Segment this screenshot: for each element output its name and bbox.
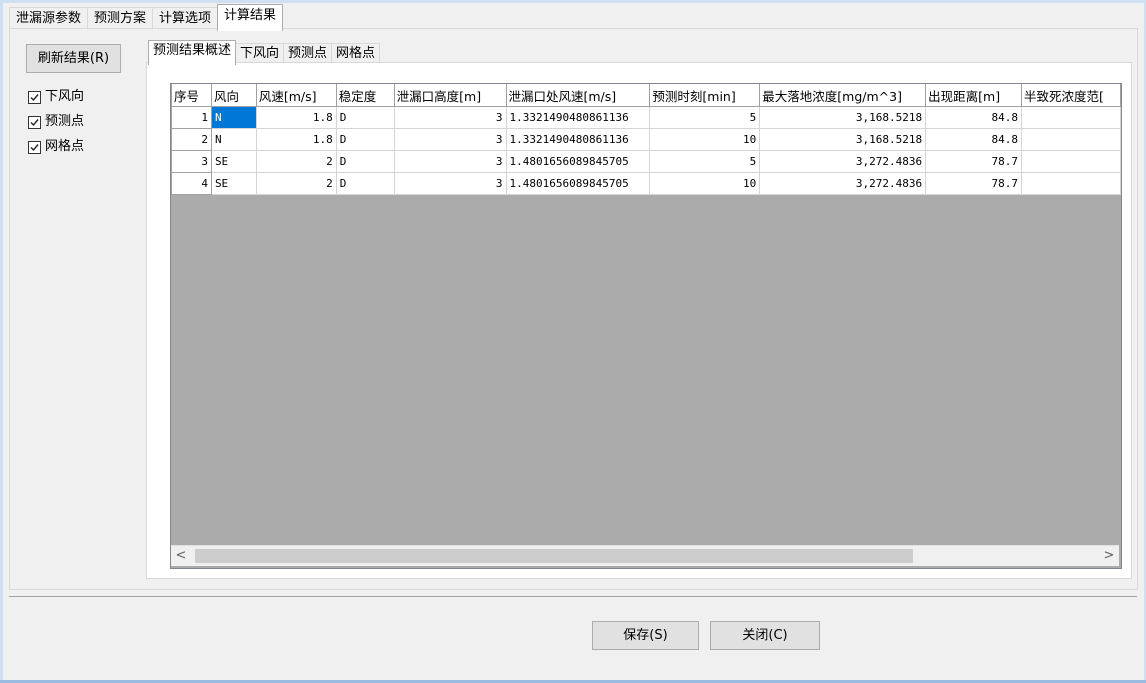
col-header-wind-speed[interactable]: 风速[m/s] bbox=[255, 84, 337, 107]
table-row[interactable]: 2 N 1.8 D 3 1.3321490480861136 10 3,168.… bbox=[171, 128, 1121, 151]
tab-results-overview[interactable]: 预测结果概述 bbox=[148, 40, 237, 65]
col-header-leak-height[interactable]: 泄漏口高度[m] bbox=[393, 84, 507, 107]
results-grid[interactable]: 序号 风向 风速[m/s] 稳定度 泄漏口高度[m] 泄漏口处风速[m/s] 预… bbox=[170, 83, 1122, 569]
cell-wind-direction[interactable]: N bbox=[210, 128, 257, 151]
cell-prediction-time[interactable]: 5 bbox=[649, 106, 761, 129]
checkbox-prediction-points[interactable]: 预测点 bbox=[28, 111, 84, 133]
cell-prediction-time[interactable]: 5 bbox=[649, 150, 761, 173]
results-table: 序号 风向 风速[m/s] 稳定度 泄漏口高度[m] 泄漏口处风速[m/s] 预… bbox=[171, 84, 1121, 195]
cell-leak-wind-speed[interactable]: 1.4801656089845705 bbox=[505, 150, 651, 173]
cell-lc50-range[interactable] bbox=[1021, 106, 1121, 129]
col-header-lc50-range[interactable]: 半致死浓度范[ bbox=[1021, 84, 1121, 107]
table-row[interactable]: 1 N 1.8 D 3 1.3321490480861136 5 3,168.5… bbox=[171, 106, 1121, 129]
tab-calc-options[interactable]: 计算选项 bbox=[152, 7, 219, 30]
cell-max-concentration[interactable]: 3,168.5218 bbox=[759, 106, 927, 129]
cell-wind-direction[interactable]: N bbox=[210, 106, 257, 129]
cell-wind-speed[interactable]: 1.8 bbox=[255, 128, 337, 151]
checkbox-checked-icon bbox=[28, 90, 41, 104]
cell-wind-direction[interactable]: SE bbox=[210, 150, 257, 173]
cell-distance[interactable]: 78.7 bbox=[925, 150, 1023, 173]
tab-grid-points[interactable]: 网格点 bbox=[331, 43, 381, 64]
checkbox-grid-points[interactable]: 网格点 bbox=[28, 136, 84, 158]
cell-wind-speed[interactable]: 1.8 bbox=[255, 106, 337, 129]
cell-stability[interactable]: D bbox=[335, 150, 395, 173]
cell-distance[interactable]: 84.8 bbox=[925, 128, 1023, 151]
col-header-leak-wind-speed[interactable]: 泄漏口处风速[m/s] bbox=[505, 84, 651, 107]
col-header-wind-direction[interactable]: 风向 bbox=[210, 84, 257, 107]
outer-tab-strip: 泄漏源参数 预测方案 计算选项 计算结果 bbox=[9, 4, 284, 31]
cell-leak-height[interactable]: 3 bbox=[393, 172, 507, 195]
cell-leak-height[interactable]: 3 bbox=[393, 106, 507, 129]
close-button[interactable]: 关闭(C) bbox=[710, 621, 820, 650]
cell-distance[interactable]: 78.7 bbox=[925, 172, 1023, 195]
cell-lc50-range[interactable] bbox=[1021, 128, 1121, 151]
tab-calc-results[interactable]: 计算结果 bbox=[217, 4, 284, 31]
col-header-max-concentration[interactable]: 最大落地浓度[mg/m^3] bbox=[759, 84, 927, 107]
cell-max-concentration[interactable]: 3,272.4836 bbox=[759, 150, 927, 173]
checkbox-label: 下风向 bbox=[45, 89, 85, 104]
cell-stability[interactable]: D bbox=[335, 128, 395, 151]
cell-wind-speed[interactable]: 2 bbox=[255, 150, 337, 173]
table-header-row: 序号 风向 风速[m/s] 稳定度 泄漏口高度[m] 泄漏口处风速[m/s] 预… bbox=[171, 84, 1121, 107]
scrollbar-thumb[interactable] bbox=[195, 549, 913, 563]
checkbox-downwind[interactable]: 下风向 bbox=[28, 86, 84, 108]
col-header-prediction-time[interactable]: 预测时刻[min] bbox=[649, 84, 761, 107]
window-frame-left bbox=[0, 0, 3, 683]
cell-leak-wind-speed[interactable]: 1.3321490480861136 bbox=[505, 106, 651, 129]
window-frame-top bbox=[0, 0, 1146, 3]
cell-prediction-time[interactable]: 10 bbox=[649, 128, 761, 151]
tab-leak-source-params[interactable]: 泄漏源参数 bbox=[9, 7, 89, 30]
cell-wind-direction[interactable]: SE bbox=[210, 172, 257, 195]
cell-lc50-range[interactable] bbox=[1021, 172, 1121, 195]
cell-distance[interactable]: 84.8 bbox=[925, 106, 1023, 129]
col-header-stability[interactable]: 稳定度 bbox=[335, 84, 395, 107]
cell-stability[interactable]: D bbox=[335, 172, 395, 195]
cell-max-concentration[interactable]: 3,168.5218 bbox=[759, 128, 927, 151]
checkbox-checked-icon bbox=[28, 115, 41, 129]
scroll-right-arrow-icon[interactable]: > bbox=[1099, 546, 1119, 566]
cell-lc50-range[interactable] bbox=[1021, 150, 1121, 173]
scroll-left-arrow-icon[interactable]: < bbox=[171, 546, 191, 566]
row-number: 1 bbox=[171, 106, 212, 129]
row-number: 2 bbox=[171, 128, 212, 151]
cell-leak-height[interactable]: 3 bbox=[393, 128, 507, 151]
tab-downwind[interactable]: 下风向 bbox=[235, 43, 285, 64]
table-row[interactable]: 4 SE 2 D 3 1.4801656089845705 10 3,272.4… bbox=[171, 172, 1121, 195]
cell-prediction-time[interactable]: 10 bbox=[649, 172, 761, 195]
checkbox-label: 网格点 bbox=[45, 139, 85, 154]
inner-tab-strip: 预测结果概述 下风向 预测点 网格点 bbox=[148, 40, 381, 65]
horizontal-scrollbar[interactable]: < > bbox=[171, 545, 1119, 566]
save-button[interactable]: 保存(S) bbox=[592, 621, 699, 650]
col-header-distance[interactable]: 出现距离[m] bbox=[925, 84, 1023, 107]
cell-leak-wind-speed[interactable]: 1.3321490480861136 bbox=[505, 128, 651, 151]
cell-stability[interactable]: D bbox=[335, 106, 395, 129]
checkbox-checked-icon bbox=[28, 140, 41, 154]
checkbox-label: 预测点 bbox=[45, 114, 85, 129]
refresh-results-button[interactable]: 刷新结果(R) bbox=[26, 44, 121, 73]
cell-max-concentration[interactable]: 3,272.4836 bbox=[759, 172, 927, 195]
cell-wind-speed[interactable]: 2 bbox=[255, 172, 337, 195]
tab-prediction-points[interactable]: 预测点 bbox=[283, 43, 333, 64]
divider bbox=[9, 596, 1137, 597]
cell-leak-wind-speed[interactable]: 1.4801656089845705 bbox=[505, 172, 651, 195]
table-row[interactable]: 3 SE 2 D 3 1.4801656089845705 5 3,272.48… bbox=[171, 150, 1121, 173]
cell-leak-height[interactable]: 3 bbox=[393, 150, 507, 173]
tab-prediction-plan[interactable]: 预测方案 bbox=[87, 7, 154, 30]
row-number: 3 bbox=[171, 150, 212, 173]
row-number: 4 bbox=[171, 172, 212, 195]
col-header-index[interactable]: 序号 bbox=[171, 84, 212, 107]
